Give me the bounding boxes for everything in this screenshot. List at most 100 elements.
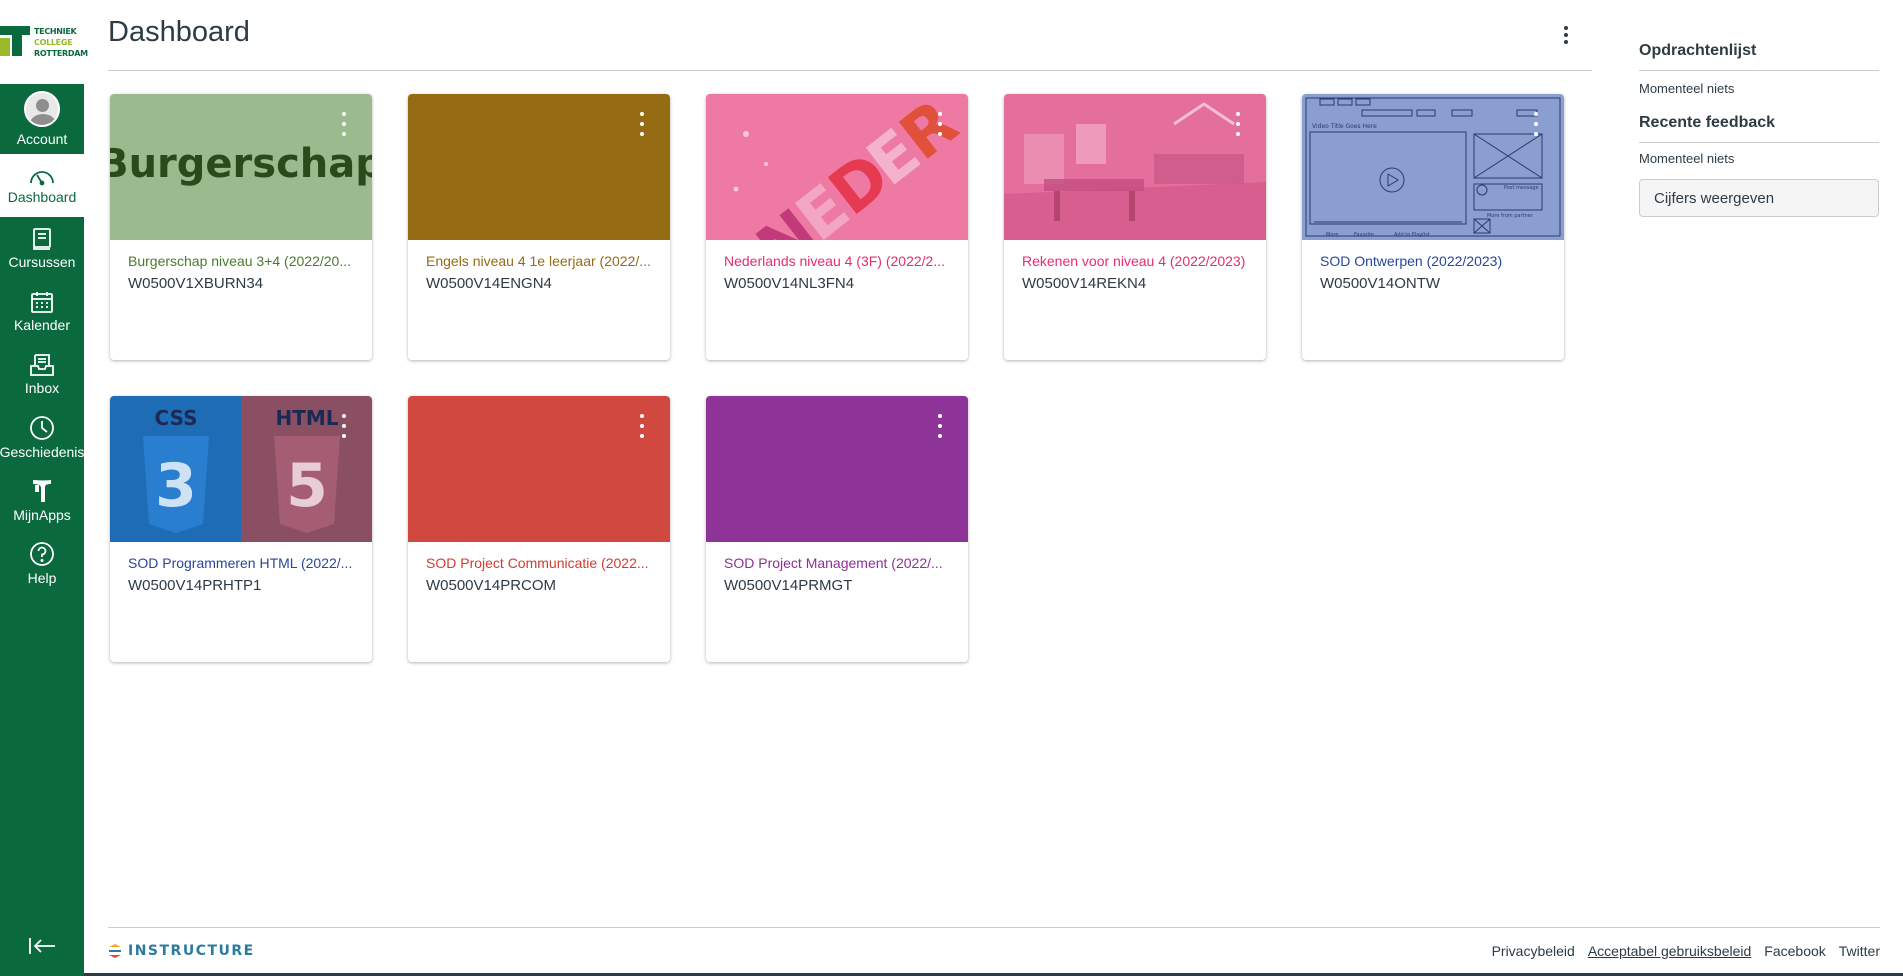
course-card[interactable]: Video Title Goes Here Post message More … — [1302, 94, 1564, 360]
nav-item-account[interactable]: Account — [0, 84, 84, 154]
book-icon — [33, 228, 51, 250]
course-options-icon[interactable] — [934, 414, 946, 438]
course-title-link[interactable]: Engels niveau 4 1e leerjaar (2022/... — [426, 253, 652, 269]
acceptable-use-link[interactable]: Acceptabel gebruiksbeleid — [1588, 943, 1751, 959]
svg-text:More: More — [1326, 232, 1338, 238]
dashboard-header: Dashboard — [108, 0, 1592, 71]
nav-item-label: Inbox — [24, 380, 60, 396]
nav-item-dashboard[interactable]: Dashboard — [0, 154, 84, 217]
course-title-link[interactable]: Burgerschap niveau 3+4 (2022/20... — [128, 253, 354, 269]
course-code: W0500V14NL3FN4 — [724, 275, 855, 292]
calendar-icon — [31, 292, 53, 313]
course-options-icon[interactable] — [338, 414, 350, 438]
recent-feedback-empty: Momenteel niets — [1639, 151, 1735, 166]
nav-item-courses[interactable]: Cursussen — [0, 217, 84, 280]
instructure-mark-icon — [109, 943, 121, 958]
course-code: W0500V14REKN4 — [1022, 275, 1147, 292]
main-content: Dashboard Burgerschap Burgerschap niveau… — [108, 0, 1592, 662]
svg-text:Burgerschap: Burgerschap — [110, 141, 372, 187]
logo-text: TECHNIEK COLLEGE ROTTERDAM — [34, 27, 88, 58]
nav-item-label: Dashboard — [7, 189, 77, 205]
user-avatar-icon — [24, 91, 60, 127]
nav-item-inbox[interactable]: Inbox — [0, 343, 84, 406]
kebab-menu-icon — [1564, 26, 1568, 44]
course-code: W0500V14PRHTP1 — [128, 577, 262, 594]
course-options-icon[interactable] — [636, 112, 648, 136]
course-card[interactable]: SOD Project Communicatie (2022... W0500V… — [408, 396, 670, 662]
svg-text:CSS: CSS — [155, 406, 198, 430]
course-card[interactable]: N E D E R Nederlands niveau 4 (3F) (2022… — [706, 94, 968, 360]
page-title: Dashboard — [108, 15, 250, 48]
course-card[interactable]: Engels niveau 4 1e leerjaar (2022/... W0… — [408, 94, 670, 360]
apps-icon — [33, 480, 51, 502]
dashboard-gauge-icon — [30, 171, 54, 186]
nav-item-calendar[interactable]: Kalender — [0, 280, 84, 343]
course-card[interactable]: Burgerschap Burgerschap niveau 3+4 (2022… — [110, 94, 372, 360]
course-title-link[interactable]: SOD Programmeren HTML (2022/... — [128, 555, 354, 571]
instructure-wordmark: INSTRUCTURE — [128, 942, 255, 959]
course-code: W0500V14ENGN4 — [426, 275, 552, 292]
twitter-link[interactable]: Twitter — [1839, 943, 1880, 959]
nav-item-mijnapps[interactable]: MijnApps — [0, 469, 84, 532]
course-options-icon[interactable] — [934, 112, 946, 136]
clock-icon — [30, 416, 54, 440]
svg-text:Favorite: Favorite — [1354, 232, 1374, 238]
course-card-hero[interactable] — [1004, 94, 1266, 240]
course-code: W0500V14PRCOM — [426, 577, 557, 594]
course-card-image: Video Title Goes Here Post message More … — [1302, 94, 1564, 240]
course-options-icon[interactable] — [1232, 112, 1244, 136]
course-code: W0500V14PRMGT — [724, 577, 853, 594]
course-options-icon[interactable] — [1530, 112, 1542, 136]
facebook-link[interactable]: Facebook — [1764, 943, 1825, 959]
collapse-nav-button[interactable] — [27, 935, 57, 962]
course-card-hero[interactable] — [706, 396, 968, 542]
course-card-hero[interactable]: N E D E R — [706, 94, 968, 240]
nav-item-label: Account — [16, 131, 68, 147]
course-options-icon[interactable] — [636, 414, 648, 438]
footer-links: Privacybeleid Acceptabel gebruiksbeleid … — [1492, 943, 1880, 959]
privacy-link[interactable]: Privacybeleid — [1492, 943, 1575, 959]
course-card-hero[interactable]: Video Title Goes Here Post message More … — [1302, 94, 1564, 240]
svg-text:3: 3 — [155, 451, 197, 521]
course-card-hero[interactable]: CSS HTML 3 5 — [110, 396, 372, 542]
course-code: W0500V14ONTW — [1320, 275, 1441, 292]
course-title-link[interactable]: Rekenen voor niveau 4 (2022/2023) — [1022, 253, 1248, 269]
course-card-image: Burgerschap — [110, 94, 372, 240]
instructure-logo[interactable]: INSTRUCTURE — [108, 943, 255, 959]
course-code: W0500V1XBURN34 — [128, 275, 264, 292]
course-card[interactable]: Rekenen voor niveau 4 (2022/2023) W0500V… — [1004, 94, 1266, 360]
course-title-link[interactable]: Nederlands niveau 4 (3F) (2022/2... — [724, 253, 950, 269]
nav-item-label: Help — [27, 570, 57, 586]
nav-item-help[interactable]: Help — [0, 532, 84, 595]
nav-item-history[interactable]: Geschiedenis — [0, 406, 84, 469]
course-card-image: CSS HTML 3 5 — [110, 396, 372, 542]
global-navigation: TECHNIEK COLLEGE ROTTERDAM Account Dashb… — [0, 0, 88, 976]
course-title-link[interactable]: SOD Ontwerpen (2022/2023) — [1320, 253, 1546, 269]
inbox-icon — [30, 354, 54, 376]
course-card-image: N E D E R — [706, 94, 968, 240]
recent-feedback-heading: Recente feedback — [1639, 114, 1879, 143]
nav-item-label: Kalender — [13, 317, 71, 333]
course-card-image — [1004, 94, 1266, 240]
course-title-link[interactable]: SOD Project Communicatie (2022... — [426, 555, 652, 571]
svg-text:More from partner: More from partner — [1487, 213, 1534, 219]
view-grades-button[interactable]: Cijfers weergeven — [1639, 179, 1879, 217]
right-sidebar: Opdrachtenlijst Momenteel niets Recente … — [1639, 0, 1879, 217]
svg-text:Add to Playlist: Add to Playlist — [1394, 232, 1430, 238]
course-card-hero[interactable] — [408, 94, 670, 240]
course-card-hero[interactable] — [408, 396, 670, 542]
nav-item-label: Cursussen — [8, 254, 76, 270]
todo-list-empty: Momenteel niets — [1639, 81, 1735, 96]
course-card[interactable]: CSS HTML 3 5 SOD Programmeren HTML (2022… — [110, 396, 372, 662]
todo-list-heading: Opdrachtenlijst — [1639, 42, 1879, 71]
dashboard-options-button[interactable] — [1554, 23, 1578, 47]
svg-text:5: 5 — [286, 451, 328, 521]
course-title-link[interactable]: SOD Project Management (2022/... — [724, 555, 950, 571]
school-logo[interactable]: TECHNIEK COLLEGE ROTTERDAM — [0, 0, 88, 84]
course-options-icon[interactable] — [338, 112, 350, 136]
svg-text:Post message: Post message — [1504, 185, 1539, 191]
course-card[interactable]: SOD Project Management (2022/... W0500V1… — [706, 396, 968, 662]
course-card-hero[interactable]: Burgerschap — [110, 94, 372, 240]
nav-item-label: MijnApps — [13, 507, 71, 523]
svg-text:HTML: HTML — [275, 406, 338, 430]
